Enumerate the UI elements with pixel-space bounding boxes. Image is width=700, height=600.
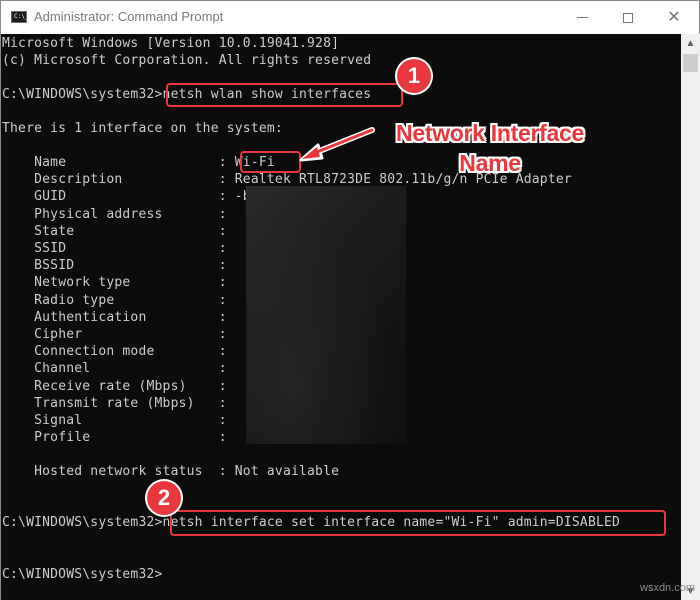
cmd-icon: C:\_ xyxy=(11,11,28,23)
annotation-label: Network Interface Name xyxy=(396,120,584,176)
field-label: GUID : xyxy=(34,189,227,205)
interface-field-row: Radio type : xyxy=(2,292,235,309)
interface-field-row: Authentication : xyxy=(2,309,235,326)
field-label: State : xyxy=(34,223,227,239)
field-label: Profile : xyxy=(34,430,227,446)
field-label: Cipher : xyxy=(34,327,227,342)
final-prompt-line: C:\WINDOWS\system32> xyxy=(2,567,163,582)
highlight-command-2 xyxy=(170,510,666,536)
interface-field-row: Network type : xyxy=(2,274,235,291)
hosted-status-line: Hosted network status : Not available xyxy=(2,463,339,480)
window-title: Administrator: Command Prompt xyxy=(34,9,224,24)
interface-field-row: Receive rate (Mbps) : xyxy=(2,378,235,395)
field-label: SSID : xyxy=(34,241,227,256)
maximize-button[interactable] xyxy=(605,1,651,34)
field-label: Receive rate (Mbps) : xyxy=(34,378,227,394)
interface-field-row: Cipher : xyxy=(2,326,235,343)
header-version-line: Microsoft Windows [Version 10.0.19041.92… xyxy=(2,36,340,51)
chevron-up-icon: ▲ xyxy=(685,37,696,49)
scroll-thumb[interactable] xyxy=(683,54,698,72)
prompt: C:\WINDOWS\system32> xyxy=(2,515,163,530)
vertical-scrollbar[interactable]: ▲ ▼ xyxy=(681,34,700,600)
field-label: Description : xyxy=(34,172,227,188)
interface-field-row: SSID : xyxy=(2,240,235,257)
maximize-icon xyxy=(623,12,633,23)
prompt: C:\WINDOWS\system32> xyxy=(2,87,163,102)
field-label: Physical address : xyxy=(34,206,227,222)
interface-field-row: Name : Wi-Fi xyxy=(2,154,275,171)
minimize-button[interactable] xyxy=(559,1,605,34)
field-label: BSSID : xyxy=(34,258,227,274)
highlight-interface-name xyxy=(240,151,301,173)
field-label: Authentication : xyxy=(34,309,227,325)
minimize-icon xyxy=(576,17,588,18)
field-label: Signal : xyxy=(34,413,227,428)
interface-field-row: Connection mode : xyxy=(2,343,235,360)
interface-field-row: Channel : xyxy=(2,360,235,377)
field-label: Transmit rate (Mbps) : xyxy=(34,395,227,411)
watermark: wsxdn.com xyxy=(640,582,696,594)
interface-field-row: State : xyxy=(2,223,235,240)
interface-field-row: Physical address : xyxy=(2,206,235,223)
hosted-status-value: Not available xyxy=(234,464,340,479)
field-label: Name : xyxy=(34,155,227,170)
interface-field-row: Signal : xyxy=(2,412,235,429)
highlight-command-1 xyxy=(166,83,403,107)
field-label: Channel : xyxy=(34,361,227,377)
title-bar[interactable]: C:\_ Administrator: Command Prompt ✕ xyxy=(1,1,699,34)
step-1-badge: 1 xyxy=(397,59,431,93)
hosted-status-label: Hosted network status : xyxy=(34,464,227,479)
step-2-badge: 2 xyxy=(147,481,181,515)
header-copyright-line: (c) Microsoft Corporation. All rights re… xyxy=(2,53,372,68)
scroll-up-button[interactable]: ▲ xyxy=(681,34,700,52)
field-label: Network type : xyxy=(34,275,227,291)
interface-field-row: BSSID : xyxy=(2,257,235,274)
close-icon: ✕ xyxy=(667,8,681,26)
field-label: Radio type : xyxy=(34,292,227,308)
redacted-region-shade xyxy=(246,186,406,444)
close-button[interactable]: ✕ xyxy=(651,1,697,34)
interface-count-line: There is 1 interface on the system: xyxy=(2,121,283,136)
interface-field-row: Transmit rate (Mbps) : xyxy=(2,395,235,412)
interface-field-row: Profile : xyxy=(2,429,235,446)
field-label: Connection mode : xyxy=(34,344,227,360)
